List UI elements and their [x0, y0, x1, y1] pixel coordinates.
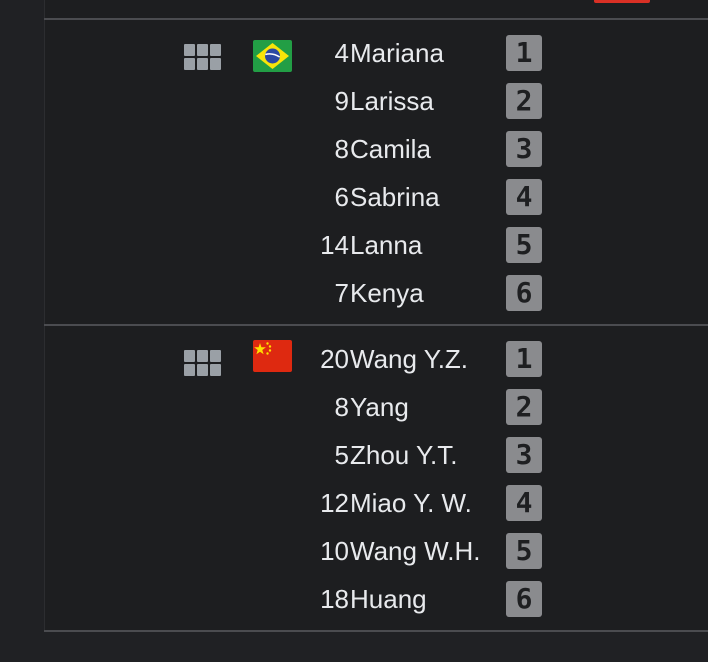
player-number: 12 — [320, 488, 349, 518]
position-badge: 5 — [506, 533, 542, 569]
divider-top — [44, 18, 708, 20]
position-badge: 4 — [506, 485, 542, 521]
player-number: 18 — [320, 584, 349, 614]
player-name: Mariana — [350, 38, 444, 68]
player-number: 8 — [334, 134, 349, 164]
player-name: Wang Y.Z. — [350, 344, 469, 374]
player-number: 9 — [334, 86, 349, 116]
position-badge: 1 — [506, 35, 542, 71]
player-name: Camila — [350, 134, 431, 164]
position-badge: 2 — [506, 389, 542, 425]
player-row[interactable]: 14 Lanna 5 — [44, 221, 708, 269]
position-badge: 2 — [506, 83, 542, 119]
player-name: Wang W.H. — [350, 536, 481, 566]
position-badge: 6 — [506, 275, 542, 311]
player-number: 7 — [334, 278, 349, 308]
player-row[interactable]: 8 Yang 2 — [44, 383, 708, 431]
player-row[interactable]: 9 Larissa 2 — [44, 77, 708, 125]
divider-middle — [44, 324, 708, 326]
player-number: 14 — [320, 230, 349, 260]
player-number: 5 — [334, 440, 349, 470]
player-number: 20 — [320, 344, 349, 374]
player-row[interactable]: 4 Mariana 1 — [44, 29, 708, 77]
team-brazil: 4 Mariana 1 9 Larissa 2 8 Camila 3 6 Sab… — [44, 22, 708, 311]
position-badge: 1 — [506, 341, 542, 377]
player-name: Larissa — [350, 86, 434, 116]
player-row[interactable]: 8 Camila 3 — [44, 125, 708, 173]
player-name: Miao Y. W. — [350, 488, 472, 518]
divider-bottom — [44, 630, 708, 632]
player-name: Zhou Y.T. — [350, 440, 458, 470]
player-number: 4 — [334, 38, 349, 68]
position-badge: 3 — [506, 131, 542, 167]
position-badge: 3 — [506, 437, 542, 473]
top-accent-bar — [594, 0, 650, 3]
player-row[interactable]: 20 Wang Y.Z. 1 — [44, 335, 708, 383]
position-badge: 6 — [506, 581, 542, 617]
player-row[interactable]: 6 Sabrina 4 — [44, 173, 708, 221]
player-row[interactable]: 7 Kenya 6 — [44, 269, 708, 317]
team-china: 20 Wang Y.Z. 1 8 Yang 2 5 Zhou Y.T. 3 12… — [44, 328, 708, 617]
player-name: Kenya — [350, 278, 424, 308]
player-name: Lanna — [350, 230, 423, 260]
position-badge: 5 — [506, 227, 542, 263]
player-name: Yang — [350, 392, 409, 422]
player-row[interactable]: 12 Miao Y. W. 4 — [44, 479, 708, 527]
player-row[interactable]: 5 Zhou Y.T. 3 — [44, 431, 708, 479]
player-number: 6 — [334, 182, 349, 212]
player-name: Huang — [350, 584, 427, 614]
position-badge: 4 — [506, 179, 542, 215]
player-row[interactable]: 18 Huang 6 — [44, 575, 708, 623]
player-name: Sabrina — [350, 182, 440, 212]
player-number: 8 — [334, 392, 349, 422]
player-number: 10 — [320, 536, 349, 566]
lineup-page: 4 Mariana 1 9 Larissa 2 8 Camila 3 6 Sab… — [0, 0, 708, 662]
player-row[interactable]: 10 Wang W.H. 5 — [44, 527, 708, 575]
